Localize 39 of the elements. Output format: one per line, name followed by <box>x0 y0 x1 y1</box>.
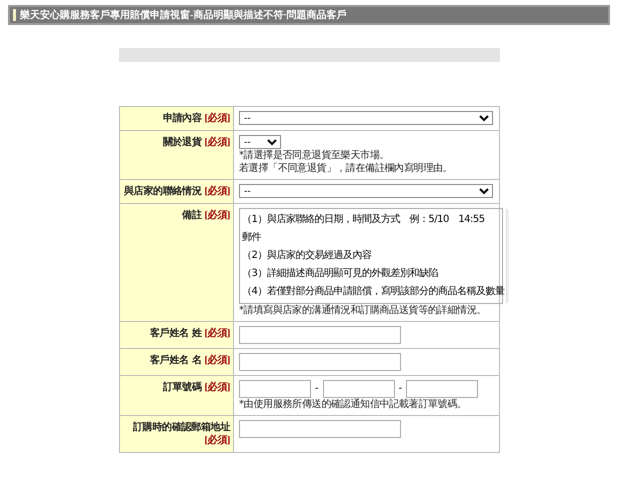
field-label: 申請內容 <box>162 113 202 124</box>
text-line: （2）與店家的交易經過及內容 <box>242 248 372 263</box>
field-label: 訂單號碼 <box>162 382 202 393</box>
text-line: （4）若僅對部分商品申請賠償，寫明該部分的商品名稱及數量 <box>242 284 504 299</box>
required-mark: [必須] <box>204 382 230 393</box>
input-field[interactable] <box>239 420 401 438</box>
required-mark: [必須] <box>204 435 230 446</box>
window-title: 樂天安心購服務客戶專用賠償申請視窗-商品明顯與描述不符·問題商品客戶 <box>20 8 347 22</box>
field-label: 客戶姓名 姓 <box>150 328 202 339</box>
scrollbar[interactable] <box>506 209 510 303</box>
field-label: 客戶姓名 名 <box>150 355 202 366</box>
field-label: 關於退貨 <box>162 137 202 148</box>
text-line: 郵件 <box>242 230 262 245</box>
hint-text: *請選擇是否同意退貨至樂天市場。 <box>239 149 390 162</box>
required-mark: [必須] <box>204 328 230 339</box>
hint-text: *由使用服務所傳送的確認通知信中記載著訂單號碼。 <box>239 398 468 411</box>
field-label: 訂購時的確認郵箱地址 <box>132 422 230 433</box>
required-mark: [必須] <box>204 186 230 197</box>
required-mark: [必須] <box>204 210 230 221</box>
input-field[interactable] <box>239 353 401 371</box>
field-label: 與店家的聯絡情況 <box>124 186 202 197</box>
dropdown[interactable]: -- <box>239 111 493 125</box>
hint-text: 若選擇「不同意退貨」，請在備註欄內寫明理由。 <box>239 162 454 175</box>
dropdown[interactable]: -- <box>239 184 493 198</box>
required-mark: [必須] <box>204 355 230 366</box>
hint-text: *請填寫與店家的溝通情況和訂購商品送貨等的詳細情況。 <box>239 304 488 317</box>
separator-text: - <box>315 383 319 395</box>
required-mark: [必須] <box>204 137 230 148</box>
text-line: （3）詳細描述商品明顯可見的外觀差別和缺陷 <box>242 266 439 281</box>
input-field[interactable] <box>406 380 478 398</box>
input-field[interactable] <box>239 326 401 344</box>
text-line: （1）與店家聯絡的日期，時間及方式 例：5/10 14:55 <box>242 212 486 227</box>
field-label: 備註 <box>182 210 202 221</box>
input-field[interactable] <box>239 380 311 398</box>
dropdown[interactable]: -- <box>239 135 281 149</box>
separator-text: - <box>398 383 402 395</box>
required-mark: [必須] <box>204 113 230 124</box>
text-area[interactable]: （1）與店家聯絡的日期，時間及方式 例：5/10 14:55 郵件 （2）與店家的交易經過及內容 （3）詳細描述商品明顯可見的外觀差別和缺陷 （4）若僅對部分商品申請賠償，寫明該部分的商品名稱及數量 <box>240 209 506 303</box>
input-field[interactable] <box>322 380 395 398</box>
